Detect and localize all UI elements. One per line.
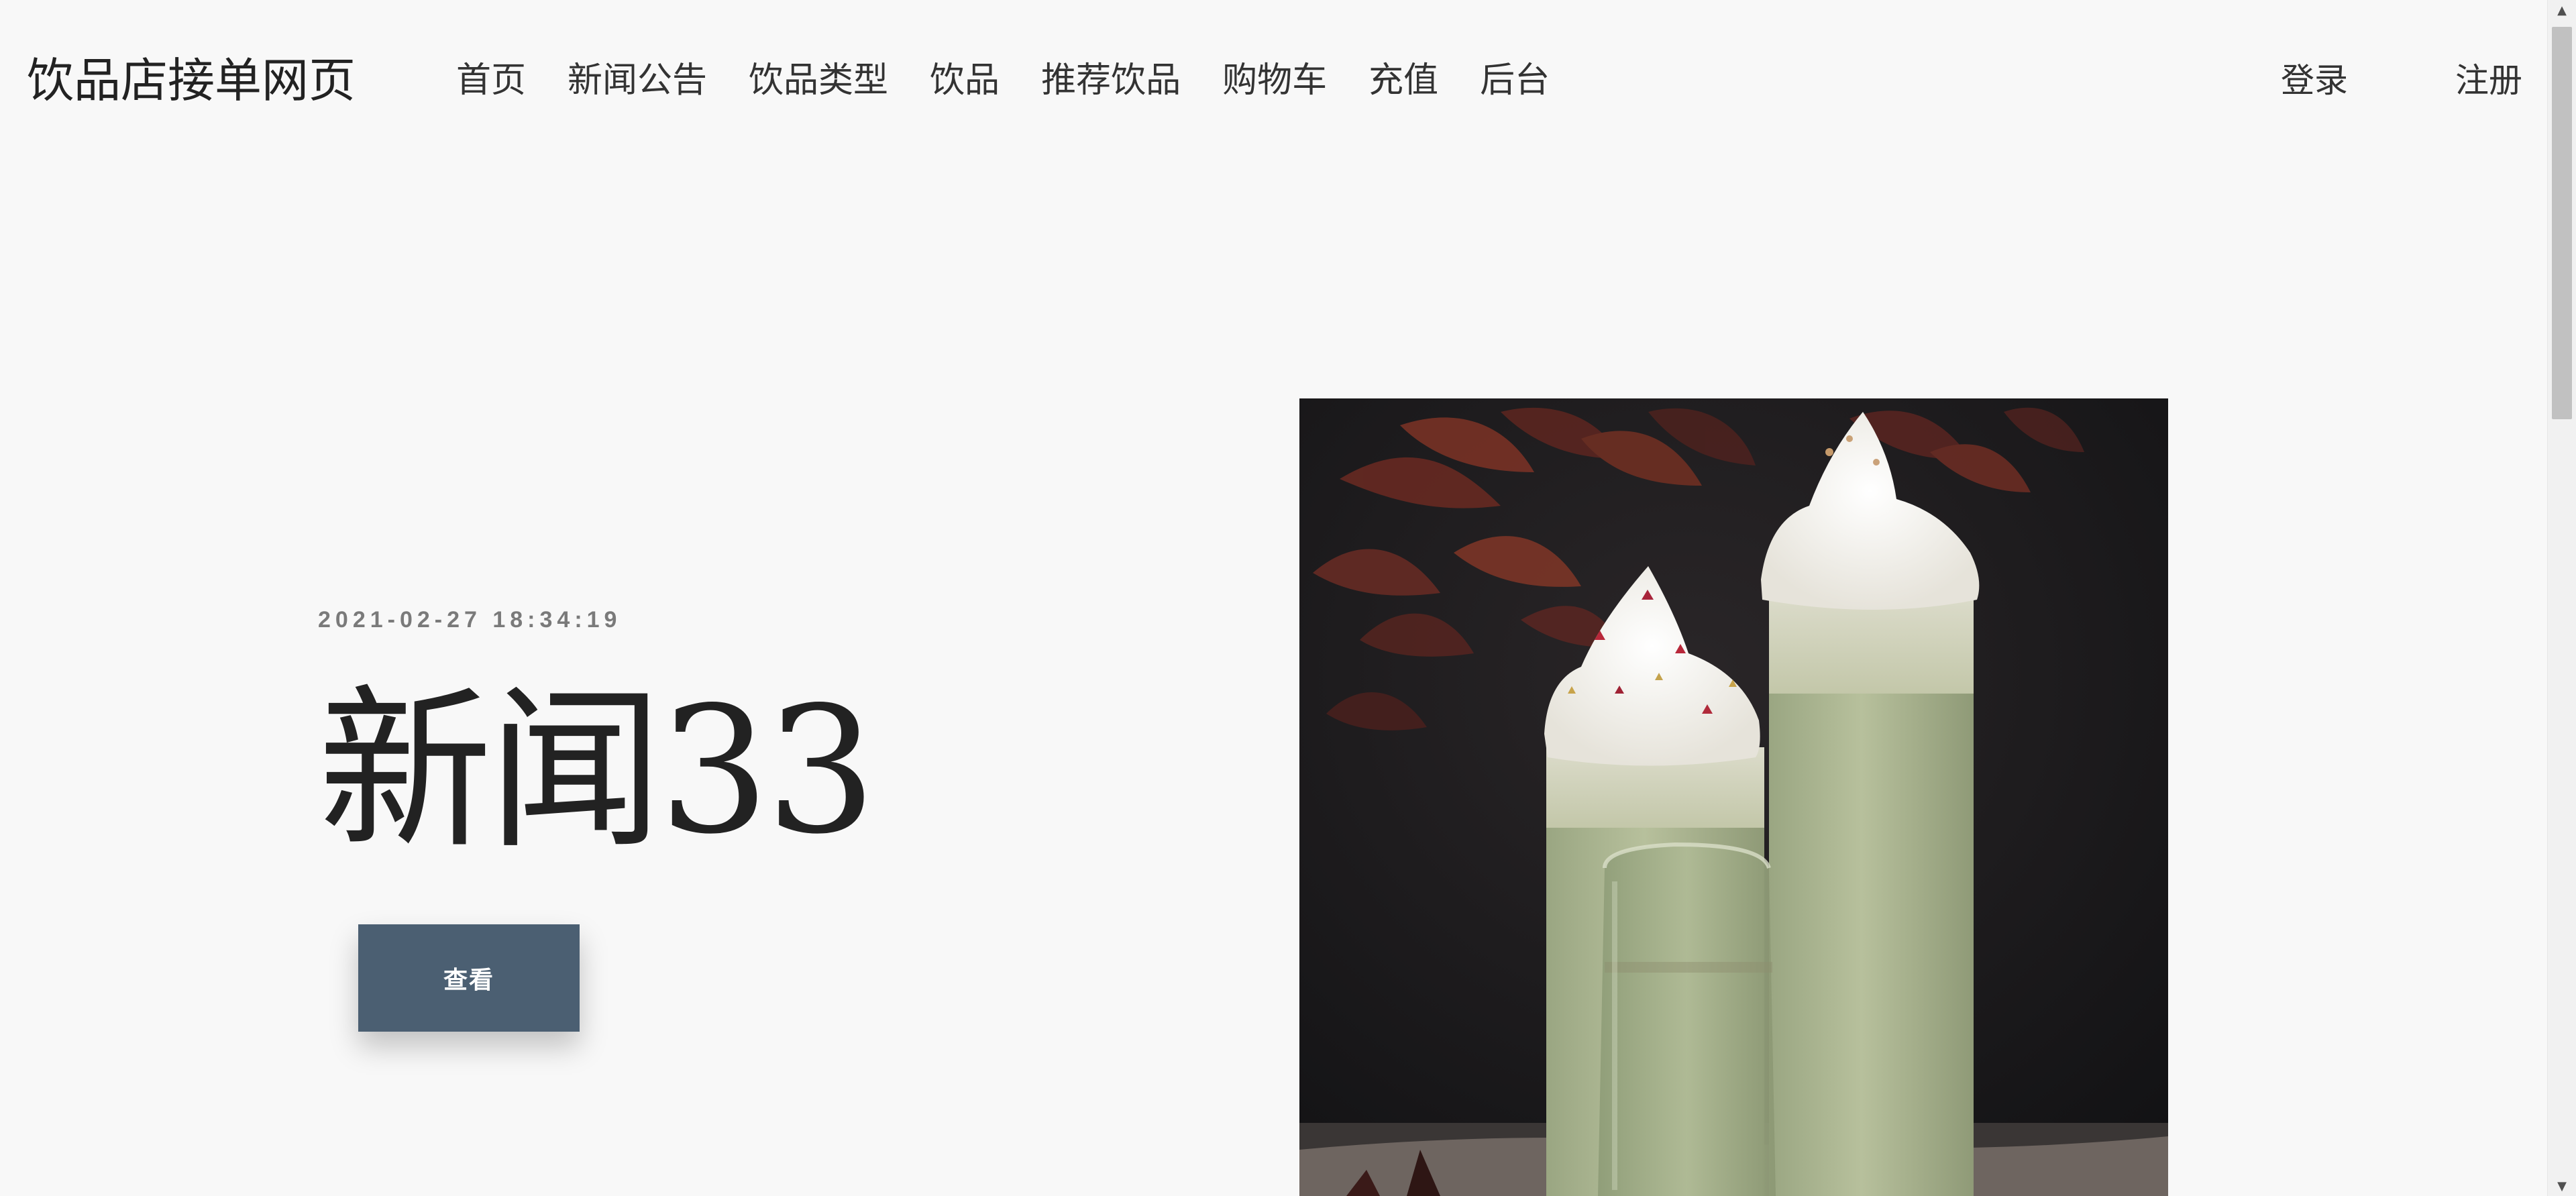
nav-item-recharge[interactable]: 充值 [1368, 47, 1438, 114]
main-nav: 首页 新闻公告 饮品类型 饮品 推荐饮品 购物车 充值 后台 [456, 47, 1591, 114]
page-scrollbar[interactable]: ▲ ▼ [2547, 0, 2576, 1196]
register-link[interactable]: 注册 [2455, 47, 2522, 114]
nav-item-drink-types[interactable]: 饮品类型 [749, 47, 888, 114]
login-link[interactable]: 登录 [2281, 47, 2348, 114]
view-button[interactable]: 查看 [358, 924, 580, 1032]
matcha-drinks-illustration [1299, 398, 2168, 1196]
nav-item-admin[interactable]: 后台 [1480, 47, 1550, 114]
nav-item-drinks[interactable]: 饮品 [930, 47, 1000, 114]
nav-item-recommended[interactable]: 推荐饮品 [1041, 47, 1181, 114]
site-brand[interactable]: 饮品店接单网页 [27, 47, 356, 114]
nav-item-cart[interactable]: 购物车 [1222, 47, 1327, 114]
scroll-up-arrow-icon[interactable]: ▲ [2548, 0, 2576, 20]
scrollbar-thumb[interactable] [2552, 27, 2572, 419]
nav-item-news[interactable]: 新闻公告 [568, 47, 707, 114]
news-title: 新闻33 [318, 670, 877, 873]
page: 饮品店接单网页 首页 新闻公告 饮品类型 饮品 推荐饮品 购物车 充值 后台 登… [0, 0, 2576, 1196]
nav-item-home[interactable]: 首页 [456, 47, 526, 114]
top-nav-bar: 饮品店接单网页 首页 新闻公告 饮品类型 饮品 推荐饮品 购物车 充值 后台 登… [0, 0, 2548, 161]
scroll-down-arrow-icon[interactable]: ▼ [2548, 1176, 2576, 1196]
news-image[interactable] [1299, 398, 2168, 1196]
news-date: 2021-02-27 18:34:19 [318, 607, 622, 633]
